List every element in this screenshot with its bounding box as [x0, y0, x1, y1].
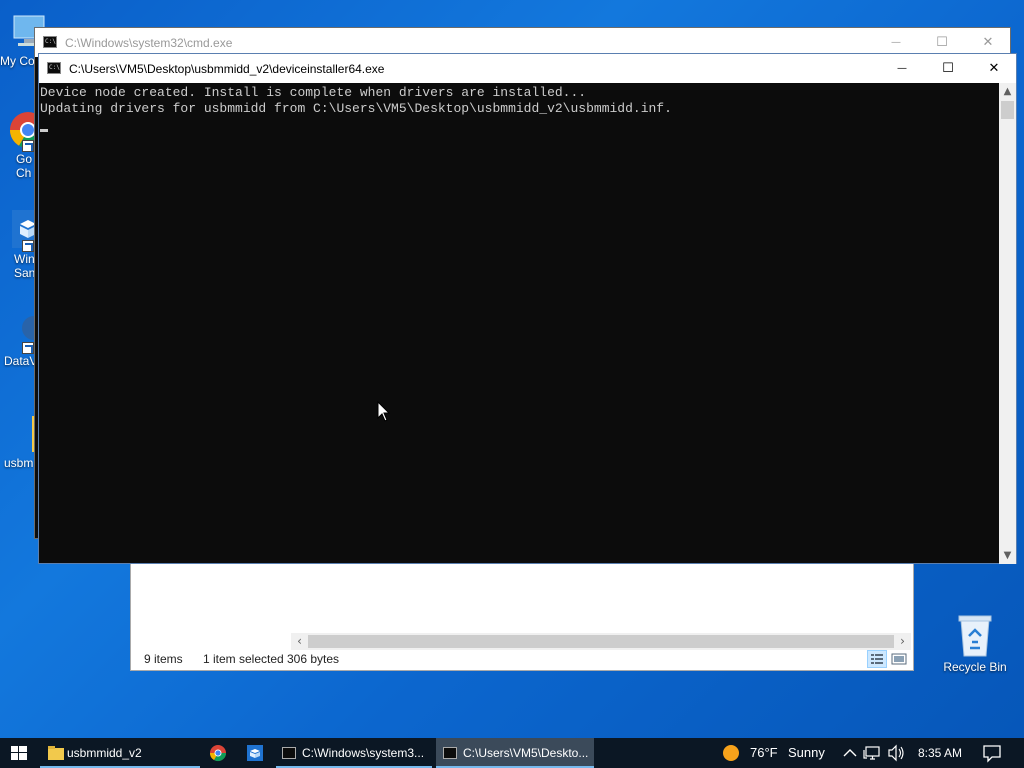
console-line: Updating drivers for usbmmidd from C:\Us…	[40, 101, 672, 116]
clock[interactable]: 8:35 AM	[918, 738, 962, 768]
cmd-icon	[282, 747, 296, 759]
network-button[interactable]	[862, 738, 884, 768]
weather-condition: Sunny	[788, 745, 825, 760]
volume-button[interactable]	[885, 738, 907, 768]
title-bar[interactable]: C:\ C:\Users\VM5\Desktop\usbmmidd_v2\dev…	[39, 54, 1016, 83]
vertical-scrollbar[interactable]: ▲ ▼	[999, 83, 1016, 564]
action-center-button[interactable]	[978, 738, 1006, 768]
window-title: C:\Users\VM5\Desktop\usbmmidd_v2\devicei…	[69, 62, 385, 76]
taskbar-button-label: usbmmidd_v2	[67, 746, 142, 760]
shortcut-arrow-icon	[22, 140, 34, 152]
chevron-up-icon	[843, 749, 857, 757]
shortcut-arrow-icon	[22, 342, 34, 354]
maximize-button[interactable]: ☐	[925, 54, 971, 83]
large-icons-view-icon	[891, 653, 907, 665]
weather-widget[interactable]: 76°F Sunny	[718, 738, 830, 768]
window-title: C:\Windows\system32\cmd.exe	[65, 36, 233, 50]
device-installer-console-window[interactable]: C:\ C:\Users\VM5\Desktop\usbmmidd_v2\dev…	[38, 53, 1017, 564]
details-view-icon	[871, 654, 883, 664]
shortcut-arrow-icon	[22, 240, 34, 252]
start-button[interactable]	[0, 738, 38, 768]
taskbar-button-chrome[interactable]	[202, 738, 234, 768]
folder-icon	[48, 746, 64, 760]
status-bar: 9 items 1 item selected 306 bytes	[131, 648, 913, 670]
console-output[interactable]: Device node created. Install is complete…	[39, 83, 1001, 564]
status-file-size: 306 bytes	[287, 652, 340, 666]
mouse-pointer-icon	[377, 401, 391, 422]
windows-logo-icon	[11, 746, 27, 760]
cmd-icon: C:\	[47, 62, 61, 74]
scroll-up-icon[interactable]: ▲	[999, 83, 1016, 100]
sun-icon	[723, 745, 739, 761]
status-item-count: 9 items	[144, 652, 183, 666]
taskbar-button-label: C:\Windows\system3...	[302, 746, 425, 760]
recycle-bin-icon	[955, 612, 995, 657]
weather-temperature: 76°F	[750, 745, 778, 760]
sandbox-icon	[247, 745, 263, 761]
scroll-down-icon[interactable]: ▼	[999, 547, 1016, 564]
network-icon	[863, 746, 880, 760]
taskbar-button-sandbox[interactable]	[238, 738, 272, 768]
text-cursor	[40, 129, 48, 132]
notification-icon	[983, 745, 1001, 763]
cmd-icon: C:\	[43, 36, 57, 48]
scrollbar-thumb[interactable]	[308, 635, 894, 648]
taskbar: usbmmidd_v2 C:\Windows\system3... C:\Use…	[0, 738, 1024, 768]
scrollbar-thumb[interactable]	[1001, 101, 1014, 119]
large-icons-view-button[interactable]	[889, 650, 909, 668]
close-button[interactable]: ✕	[971, 54, 1017, 83]
speaker-icon	[888, 744, 904, 762]
desktop-icon-label: Recycle Bin	[943, 660, 1007, 674]
desktop-icon-recycle-bin[interactable]: Recycle Bin	[937, 612, 1013, 674]
taskbar-button-device-installer[interactable]: C:\Users\VM5\Deskto...	[436, 738, 594, 768]
show-hidden-icons-button[interactable]	[840, 738, 860, 768]
taskbar-button-label: C:\Users\VM5\Deskto...	[463, 746, 589, 760]
taskbar-button-explorer[interactable]: usbmmidd_v2	[40, 738, 200, 768]
minimize-button[interactable]: —	[879, 54, 925, 83]
cmd-icon	[443, 747, 457, 759]
taskbar-button-cmd[interactable]: C:\Windows\system3...	[276, 738, 432, 768]
status-selection: 1 item selected	[203, 652, 284, 666]
console-line: Device node created. Install is complete…	[40, 85, 587, 100]
chrome-icon	[209, 745, 227, 762]
file-explorer-window[interactable]: ‹ › 9 items 1 item selected 306 bytes	[130, 555, 914, 671]
details-view-button[interactable]	[867, 650, 887, 668]
